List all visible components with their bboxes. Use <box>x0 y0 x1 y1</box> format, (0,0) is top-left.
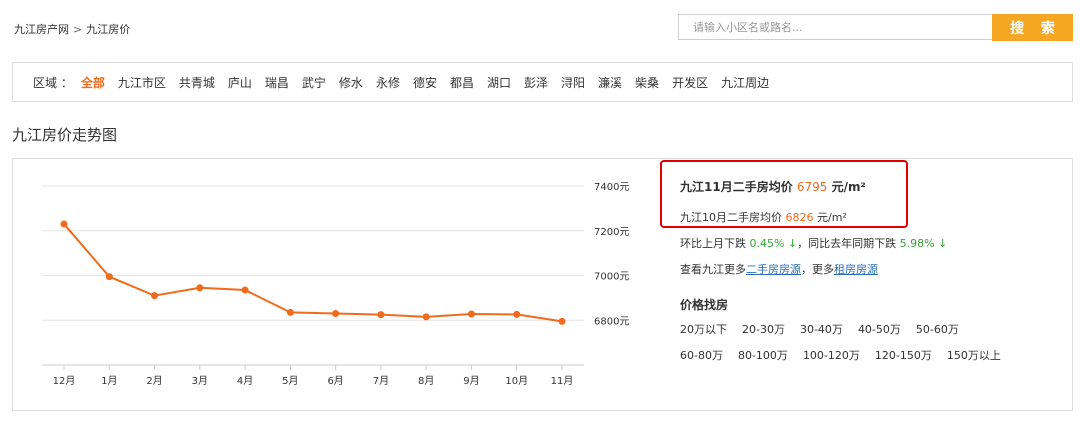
x-tick-label: 12月 <box>53 375 76 387</box>
price-range-row-1: 20万以下 20-30万 30-40万 40-50万 50-60万 <box>680 321 974 337</box>
y-tick-label: 7000元 <box>594 272 629 283</box>
more-mid: ，更多 <box>801 263 834 276</box>
mom-label: 环比上月下跌 <box>680 237 746 250</box>
district-item[interactable]: 彭泽 <box>524 76 548 90</box>
district-item[interactable]: 庐山 <box>228 76 252 90</box>
district-item[interactable]: 瑞昌 <box>265 76 289 90</box>
price-range-link[interactable]: 100-120万 <box>803 347 860 363</box>
second-hand-listings-link[interactable]: 二手房房源 <box>746 263 801 276</box>
search-input[interactable] <box>679 15 992 39</box>
district-item[interactable]: 永修 <box>376 76 400 90</box>
current-avg-value: 6795 <box>796 180 828 194</box>
district-item[interactable]: 开发区 <box>672 76 708 90</box>
price-range-link[interactable]: 30-40万 <box>800 321 843 337</box>
data-point[interactable] <box>151 292 159 300</box>
data-point[interactable] <box>467 310 475 318</box>
breadcrumb: 九江房产网 > 九江房价 <box>14 21 130 37</box>
data-point[interactable] <box>105 273 113 281</box>
x-tick-label: 2月 <box>146 375 162 387</box>
district-label: 区域 ： <box>33 75 73 90</box>
mom-value: 0.45% ↓ <box>749 237 798 250</box>
price-range-link[interactable]: 40-50万 <box>858 321 901 337</box>
district-list: 全部 九江市区 共青城 庐山 瑞昌 武宁 修水 永修 德安 都昌 湖口 彭泽 浔阳 濂溪 柴桑 开发区 九江周边 <box>81 74 782 91</box>
price-range-link[interactable]: 20-30万 <box>742 321 785 337</box>
price-range-link[interactable]: 80-100万 <box>738 347 788 363</box>
data-point[interactable] <box>286 308 294 316</box>
x-tick-label: 1月 <box>101 375 117 387</box>
yoy-label: ，同比去年同期下跌 <box>797 237 897 250</box>
page-title: 九江房价走势图 <box>12 126 118 144</box>
price-summary: 九江11月二手房均价 6795 元/m² 九江10月二手房均价 6826 元/m… <box>680 178 1060 225</box>
yoy-value: 5.98% ↓ <box>899 237 948 250</box>
data-point[interactable] <box>332 310 340 318</box>
x-tick-label: 9月 <box>463 375 479 387</box>
price-range-link[interactable]: 50-60万 <box>916 321 959 337</box>
previous-avg-price: 九江10月二手房均价 6826 元/m² <box>680 209 1060 225</box>
x-tick-label: 5月 <box>282 375 298 387</box>
price-range-link[interactable]: 20万以下 <box>680 321 727 337</box>
current-avg-label: 九江11月二手房均价 <box>680 180 793 194</box>
search-button[interactable]: 搜 索 <box>992 14 1073 41</box>
previous-avg-unit: 元/m² <box>817 211 847 224</box>
district-item[interactable]: 九江周边 <box>721 76 769 90</box>
district-item[interactable]: 共青城 <box>179 76 215 90</box>
price-change: 环比上月下跌 0.45% ↓，同比去年同期下跌 5.98% ↓ <box>680 235 947 251</box>
x-tick-label: 10月 <box>505 375 528 387</box>
current-avg-unit: 元/m² <box>831 180 866 194</box>
price-range-link[interactable]: 120-150万 <box>875 347 932 363</box>
district-item[interactable]: 九江市区 <box>118 76 166 90</box>
previous-avg-value: 6826 <box>785 211 814 224</box>
more-listings: 查看九江更多二手房房源，更多租房房源 <box>680 261 878 277</box>
search-box <box>678 14 992 40</box>
price-range-row-2: 60-80万 80-100万 100-120万 120-150万 150万以上 <box>680 347 1016 363</box>
data-point[interactable] <box>558 317 566 325</box>
district-item[interactable]: 武宁 <box>302 76 326 90</box>
district-item[interactable]: 浔阳 <box>561 76 585 90</box>
x-tick-label: 6月 <box>327 375 343 387</box>
data-point[interactable] <box>196 284 204 292</box>
data-point[interactable] <box>377 311 385 319</box>
district-item[interactable]: 濂溪 <box>598 76 622 90</box>
previous-avg-label: 九江10月二手房均价 <box>680 211 782 224</box>
district-item[interactable]: 德安 <box>413 76 437 90</box>
x-tick-label: 4月 <box>237 375 253 387</box>
data-point[interactable] <box>60 220 68 228</box>
x-tick-label: 11月 <box>551 375 574 387</box>
x-tick-label: 8月 <box>418 375 434 387</box>
rental-listings-link[interactable]: 租房房源 <box>834 263 878 276</box>
more-prefix: 查看九江更多 <box>680 263 746 276</box>
data-point[interactable] <box>241 286 249 294</box>
y-tick-label: 7200元 <box>594 227 629 238</box>
price-trend-chart-svg: 6800元 7000元 7200元 7400元 12月 1月 2月 3月 4月 5月 6月 7月 8月 9… <box>42 182 629 387</box>
series-line <box>63 223 563 323</box>
district-item[interactable]: 全部 <box>81 76 105 90</box>
current-avg-price: 九江11月二手房均价 6795 元/m² <box>680 178 1060 195</box>
district-item[interactable]: 修水 <box>339 76 363 90</box>
price-search-title: 价格找房 <box>680 298 729 312</box>
price-range-link[interactable]: 60-80万 <box>680 347 723 363</box>
x-tick-label: 7月 <box>373 375 389 387</box>
data-point[interactable] <box>422 313 430 321</box>
breadcrumb-home-link[interactable]: 九江房产网 <box>14 21 69 37</box>
price-trend-chart: 6800元 7000元 7200元 7400元 12月 1月 2月 3月 4月 5月 6月 7月 8月 9… <box>14 168 644 398</box>
data-point[interactable] <box>513 310 521 318</box>
district-item[interactable]: 都昌 <box>450 76 474 90</box>
x-tick-label: 3月 <box>192 375 208 387</box>
district-item[interactable]: 柴桑 <box>635 76 659 90</box>
breadcrumb-separator: > <box>73 23 83 36</box>
breadcrumb-current[interactable]: 九江房价 <box>86 21 130 37</box>
y-tick-label: 6800元 <box>594 316 629 327</box>
price-range-link[interactable]: 150万以上 <box>947 347 1001 363</box>
y-tick-label: 7400元 <box>594 182 629 193</box>
district-item[interactable]: 湖口 <box>487 76 511 90</box>
district-filter-bar: 区域 ： 全部 九江市区 共青城 庐山 瑞昌 武宁 修水 永修 德安 都昌 湖口 彭泽 浔阳 濂溪 柴桑 开发… <box>12 62 1073 102</box>
